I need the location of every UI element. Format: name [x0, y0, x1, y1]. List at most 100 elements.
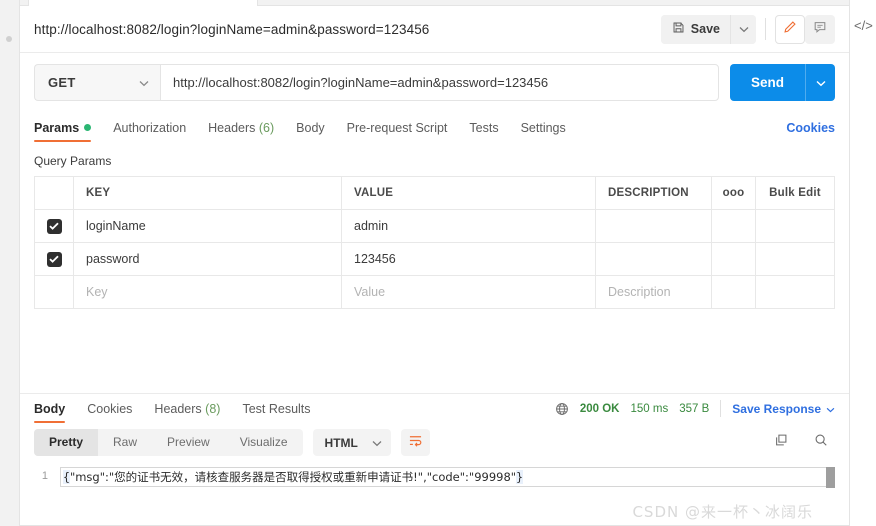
header-checkbox-cell	[35, 177, 74, 209]
row-spacer-bulk	[756, 210, 834, 242]
view-mode-raw[interactable]: Raw	[98, 429, 152, 456]
empty-description-input[interactable]: Description	[596, 276, 712, 308]
send-button[interactable]: Send	[730, 64, 805, 101]
left-rail	[0, 0, 20, 526]
save-label: Save	[690, 22, 720, 36]
meta-divider	[720, 400, 722, 417]
table-options-button[interactable]: ooo	[712, 177, 756, 209]
empty-spacer-bulk	[756, 276, 834, 308]
pencil-icon	[783, 20, 797, 39]
save-options-caret[interactable]	[730, 14, 756, 44]
query-params-label: Query Params	[34, 154, 112, 168]
response-body-text[interactable]: {"msg":"您的证书无效，请核查服务器是否取得授权或重新申请证书!","co…	[60, 467, 835, 487]
empty-value-input[interactable]: Value	[342, 276, 596, 308]
chevron-down-icon	[739, 20, 749, 38]
response-tab-headers-count: (8)	[205, 401, 221, 416]
word-wrap-button[interactable]	[400, 429, 430, 456]
tab-params-label: Params	[34, 121, 80, 135]
response-tab-headers-label: Headers	[154, 401, 202, 416]
row-spacer-dots	[712, 243, 756, 275]
edit-pencil-button[interactable]	[775, 14, 805, 44]
floppy-disk-icon	[672, 21, 685, 37]
tab-body[interactable]: Body	[296, 112, 325, 144]
word-wrap-icon	[408, 434, 423, 452]
search-icon	[814, 433, 828, 452]
code-snippet-icon[interactable]: </>	[854, 18, 873, 33]
tab-pre-request-script[interactable]: Pre-request Script	[347, 112, 448, 144]
format-select[interactable]: HTML	[312, 429, 391, 456]
row-spacer-bulk	[756, 243, 834, 275]
header-value: VALUE	[342, 177, 596, 209]
empty-key-input[interactable]: Key	[74, 276, 342, 308]
response-time: 150 ms	[630, 402, 669, 415]
save-response-label: Save Response	[732, 401, 821, 416]
request-tabs: Params Authorization Headers (6) Body Pr…	[20, 112, 849, 144]
row-description[interactable]	[596, 210, 712, 242]
row-checkbox-cell	[35, 243, 74, 275]
chevron-down-icon	[372, 436, 382, 450]
chevron-down-icon	[816, 74, 826, 92]
query-params-table: KEY VALUE DESCRIPTION ooo Bulk Edit logi…	[34, 176, 835, 309]
copy-button[interactable]	[767, 429, 795, 456]
comment-button[interactable]	[805, 14, 835, 44]
header-actions: Save	[660, 14, 835, 44]
response-tab-cookies[interactable]: Cookies	[87, 393, 132, 425]
row-key[interactable]: loginName	[74, 210, 342, 242]
postman-window: </> http://localhost:8082/login?loginNam…	[0, 0, 876, 526]
tab-headers[interactable]: Headers (6)	[208, 112, 274, 144]
table-row: loginName admin	[35, 210, 834, 243]
send-group: Send	[730, 64, 835, 101]
response-header: Body Cookies Headers (8) Test Results 20…	[20, 393, 849, 423]
tab-headers-count: (6)	[258, 121, 275, 135]
save-group: Save	[660, 14, 756, 44]
close-brace: }	[516, 470, 524, 484]
row-key[interactable]: password	[74, 243, 342, 275]
response-meta: 200 OK 150 ms 357 B Save Response	[555, 400, 835, 417]
tab-authorization[interactable]: Authorization	[113, 112, 186, 144]
response-body-content: "msg":"您的证书无效，请核查服务器是否取得授权或重新申请证书!","cod…	[69, 470, 517, 484]
header-description: DESCRIPTION	[596, 177, 712, 209]
tab-tests[interactable]: Tests	[469, 112, 498, 144]
response-status: 200 OK	[579, 402, 620, 415]
response-tab-headers[interactable]: Headers (8)	[154, 393, 220, 425]
cookies-link[interactable]: Cookies	[786, 121, 835, 135]
code-line: 1 {"msg":"您的证书无效，请核查服务器是否取得授权或重新申请证书!","…	[34, 467, 835, 487]
tab-headers-label: Headers	[208, 121, 256, 135]
save-response-button[interactable]: Save Response	[732, 402, 835, 416]
tab-params[interactable]: Params	[34, 112, 92, 144]
response-tab-test-results[interactable]: Test Results	[242, 393, 310, 425]
row-value[interactable]: admin	[342, 210, 596, 242]
request-title: http://localhost:8082/login?loginName=ad…	[34, 21, 430, 37]
view-mode-preview[interactable]: Preview	[152, 429, 225, 456]
row-checkbox[interactable]	[46, 251, 62, 267]
view-mode-visualize[interactable]: Visualize	[225, 429, 303, 456]
table-header-row: KEY VALUE DESCRIPTION ooo Bulk Edit	[35, 177, 834, 210]
vertical-scrollbar-thumb[interactable]	[826, 467, 835, 488]
save-button[interactable]: Save	[660, 14, 730, 44]
search-button[interactable]	[807, 429, 835, 456]
view-mode-segmented: Pretty Raw Preview Visualize	[34, 429, 303, 456]
row-checkbox-cell	[35, 210, 74, 242]
send-options-caret[interactable]	[805, 64, 835, 101]
row-description[interactable]	[596, 243, 712, 275]
chevron-down-icon	[139, 74, 149, 92]
header-divider	[765, 18, 766, 40]
response-tab-body[interactable]: Body	[34, 393, 66, 425]
open-brace: {	[63, 470, 70, 484]
empty-checkbox-cell[interactable]	[35, 276, 74, 308]
line-number: 1	[41, 470, 48, 482]
response-body-viewer: 1 {"msg":"您的证书无效，请核查服务器是否取得授权或重新申请证书!","…	[20, 461, 849, 517]
method-select[interactable]: GET	[34, 64, 160, 101]
tab-settings[interactable]: Settings	[521, 112, 566, 144]
url-bar: GET http://localhost:8082/login?loginNam…	[20, 53, 849, 112]
row-value[interactable]: 123456	[342, 243, 596, 275]
row-checkbox[interactable]	[46, 218, 62, 234]
table-row: password 123456	[35, 243, 834, 276]
url-input[interactable]: http://localhost:8082/login?loginName=ad…	[160, 64, 719, 101]
right-sidebar: </>	[849, 0, 876, 526]
method-label: GET	[48, 75, 76, 90]
bulk-edit-button[interactable]: Bulk Edit	[756, 177, 834, 209]
row-spacer-dots	[712, 210, 756, 242]
format-label: HTML	[324, 435, 358, 450]
view-mode-pretty[interactable]: Pretty	[34, 429, 99, 456]
